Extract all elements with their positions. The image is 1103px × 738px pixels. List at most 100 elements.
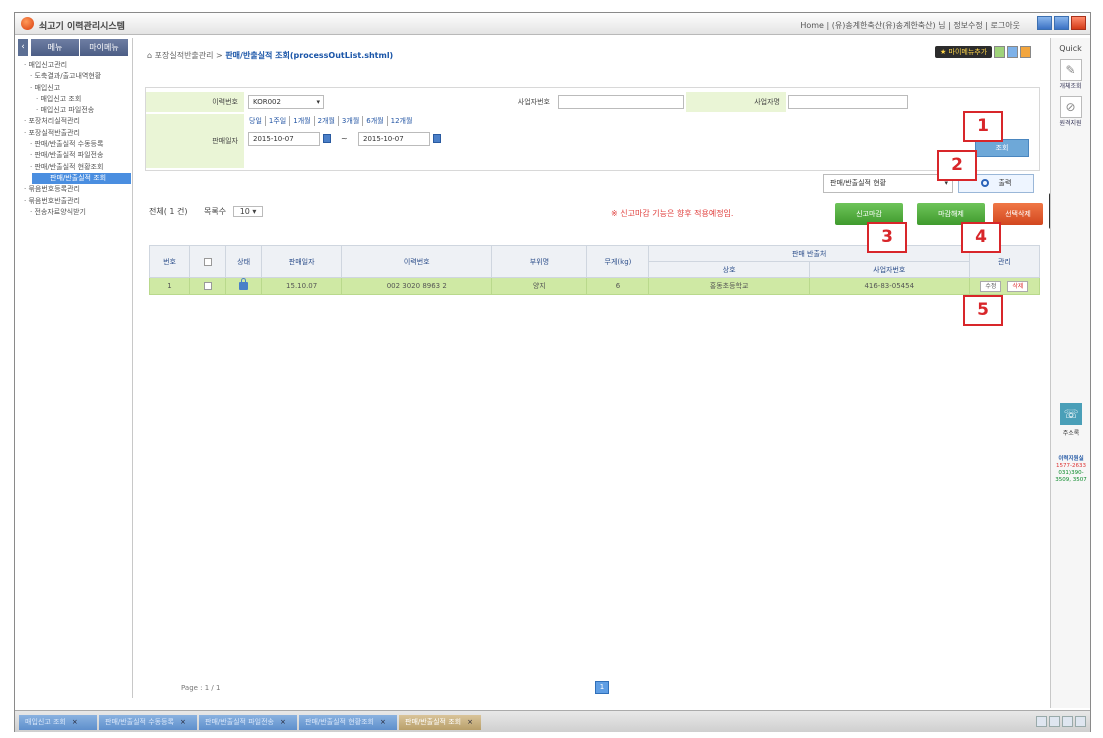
- close-page-icon[interactable]: [1020, 46, 1032, 58]
- row-checkbox[interactable]: [189, 277, 227, 295]
- close-all-icon[interactable]: [1075, 716, 1086, 727]
- quick-title: Quick: [1059, 44, 1082, 53]
- top-links[interactable]: Home | (유)송계한축산(유)송계한축산) 님 | 정보수정 | 로그아웃: [800, 20, 1020, 31]
- sidebar-item[interactable]: · 묶음번호등록관리: [18, 184, 131, 195]
- col-no: 번호: [148, 245, 191, 278]
- date-to-input[interactable]: 2015-10-07: [358, 132, 430, 146]
- help-icon[interactable]: [994, 46, 1006, 58]
- restore-icon[interactable]: [1062, 716, 1073, 727]
- home-icon: ⌂: [147, 51, 155, 60]
- sidebar-item[interactable]: · 매입신고 조회: [18, 94, 131, 105]
- main-content: ⌂ 포장실적반출관리 > 판매/반출실적 조회(processOutList.s…: [145, 38, 1043, 698]
- breadcrumb-prefix: 포장실적반출관리 >: [154, 51, 223, 60]
- period-12month[interactable]: 12개월: [388, 116, 416, 126]
- window-controls: [1037, 16, 1086, 30]
- phone-icon[interactable]: ☏: [1060, 403, 1082, 425]
- maximize-icon[interactable]: [1054, 16, 1069, 30]
- sidebar-item[interactable]: · 판매/반출실적 현황조회: [18, 162, 131, 173]
- print-icon[interactable]: [1007, 46, 1019, 58]
- breadcrumb-current: 판매/반출실적 조회(processOutList.shtml): [225, 51, 394, 60]
- page-tools: ★ 마이메뉴추가: [935, 46, 1032, 58]
- trace-no-select[interactable]: KOR002 ▾: [248, 95, 324, 109]
- close-tab-icon: ×: [179, 718, 186, 726]
- sidebar-item[interactable]: · 묶음번호반출관리: [18, 196, 131, 207]
- app-window: 쇠고기 이력관리시스템 Home | (유)송계한축산(유)송계한축산) 님 |…: [14, 12, 1091, 732]
- calendar-icon[interactable]: [433, 134, 441, 143]
- biz-no-label: 사업자번호: [436, 92, 556, 112]
- select-all-checkbox: [203, 257, 212, 266]
- edit-button[interactable]: 수정: [980, 280, 1002, 292]
- sidebar-item[interactable]: · 판매/반출실적 파일전송: [18, 150, 131, 161]
- period-6month[interactable]: 6개월: [363, 116, 388, 126]
- cell-part: 양지: [491, 277, 588, 295]
- page-1-button[interactable]: 1: [595, 681, 609, 694]
- sidebar-item[interactable]: · 매입신고: [18, 83, 131, 94]
- calendar-icon[interactable]: [323, 134, 331, 143]
- output-type-select[interactable]: 판매/반출실적 현황 ▾: [823, 174, 953, 193]
- quick-panel: Quick ✎ 개체조회 ⊘ 원격지원 ☏ 주소록 이력지원실 1577-263…: [1050, 38, 1090, 708]
- app-title: 쇠고기 이력관리시스템: [39, 22, 125, 32]
- chevron-down-icon: ▾: [316, 98, 320, 106]
- period-2month[interactable]: 2개월: [315, 116, 339, 126]
- tab-sales-view[interactable]: 판매/반출실적 조회 ×: [399, 715, 481, 730]
- tab-manual-register[interactable]: 판매/반출실적 수동등록 ×: [99, 715, 197, 730]
- tab-menu[interactable]: 메뉴: [31, 39, 79, 56]
- col-select-all[interactable]: [189, 245, 227, 278]
- period-1week[interactable]: 1주일: [266, 116, 291, 126]
- sidebar-item[interactable]: · 매입신고관리: [18, 60, 131, 71]
- table-row[interactable]: 1 15.10.07 002 3020 8963 2 양지 6 홍동초등학교 4…: [148, 277, 1041, 295]
- close-icon[interactable]: [1071, 16, 1086, 30]
- sidebar-item[interactable]: · 매입신고 파일전송: [18, 105, 131, 116]
- trace-no-label: 이력번호: [146, 92, 244, 112]
- total-count: 전체( 1 건): [149, 207, 188, 216]
- sidebar-item[interactable]: 판매/반출실적 조회: [32, 172, 131, 185]
- tab-file-transfer[interactable]: 판매/반출실적 파일전송 ×: [199, 715, 297, 730]
- cell-company: 홍동초등학교: [648, 277, 810, 295]
- sidebar-item[interactable]: · 전송자료양식받기: [18, 207, 131, 218]
- col-company: 상호: [648, 261, 810, 278]
- biz-no-input[interactable]: [558, 95, 684, 109]
- col-trace-no: 이력번호: [341, 245, 493, 278]
- collapse-sidebar-icon[interactable]: ‹: [18, 39, 28, 56]
- col-sale-date: 판매일자: [261, 245, 343, 278]
- callout-2: 2: [937, 150, 977, 181]
- minimize-icon[interactable]: [1037, 16, 1052, 30]
- col-status: 상태: [225, 245, 263, 278]
- biz-name-input[interactable]: [788, 95, 908, 109]
- col-sale-dest: 판매 반출처: [648, 245, 970, 262]
- sale-date-label: 판매일자: [146, 114, 244, 168]
- period-today[interactable]: 당일: [246, 116, 266, 126]
- breadcrumb: ⌂ 포장실적반출관리 > 판매/반출실적 조회(processOutList.s…: [147, 50, 393, 61]
- period-3month[interactable]: 3개월: [339, 116, 364, 126]
- sidebar-item[interactable]: · 판매/반출실적 수동등록: [18, 139, 131, 150]
- tab-my-menu[interactable]: 마이메뉴: [80, 39, 128, 56]
- cascade-icon[interactable]: [1049, 716, 1060, 727]
- rows-label: 목록수: [204, 207, 227, 216]
- callout-5: 5: [963, 295, 1003, 326]
- callout-1: 1: [963, 111, 1003, 142]
- search-panel: 이력번호 KOR002 ▾ 사업자번호 사업자명 판매일자 당일 1주일 1개월 …: [145, 87, 1040, 171]
- address-book-label: 주소록: [1062, 430, 1080, 437]
- tabbar-tools: [1036, 716, 1086, 727]
- tile-icon[interactable]: [1036, 716, 1047, 727]
- tab-status-view[interactable]: 판매/반출실적 현황조회 ×: [299, 715, 397, 730]
- quick-item-remote[interactable]: ⊘ 원격지원: [1056, 96, 1086, 127]
- col-part: 부위명: [491, 245, 588, 278]
- close-tab-icon: ×: [467, 718, 473, 726]
- sidebar-item[interactable]: · 포장처리실적관리: [18, 116, 131, 127]
- cell-biz-no: 416-83-05454: [808, 277, 970, 295]
- period-1month[interactable]: 1개월: [290, 116, 315, 126]
- period-buttons: 당일 1주일 1개월 2개월 3개월 6개월 12개월: [246, 116, 415, 126]
- add-my-menu-button[interactable]: ★ 마이메뉴추가: [935, 46, 993, 58]
- quick-item-lookup[interactable]: ✎ 개체조회: [1056, 59, 1086, 90]
- date-from-input[interactable]: 2015-10-07: [248, 132, 320, 146]
- col-weight: 무게(kg): [586, 245, 650, 278]
- delete-button[interactable]: 삭제: [1007, 280, 1029, 292]
- close-tab-icon: ×: [71, 718, 78, 726]
- paperclip-icon: ⊘: [1059, 96, 1082, 118]
- rows-per-page-select[interactable]: 10 ▾: [232, 206, 264, 217]
- title-bar: 쇠고기 이력관리시스템 Home | (유)송계한축산(유)송계한축산) 님 |…: [15, 13, 1090, 35]
- sidebar-item[interactable]: · 포장실적반출관리: [18, 128, 131, 139]
- tab-purchase-report[interactable]: 매입신고 조회 ×: [19, 715, 97, 730]
- sidebar-item[interactable]: · 도축결과/출고내역현황: [18, 71, 131, 82]
